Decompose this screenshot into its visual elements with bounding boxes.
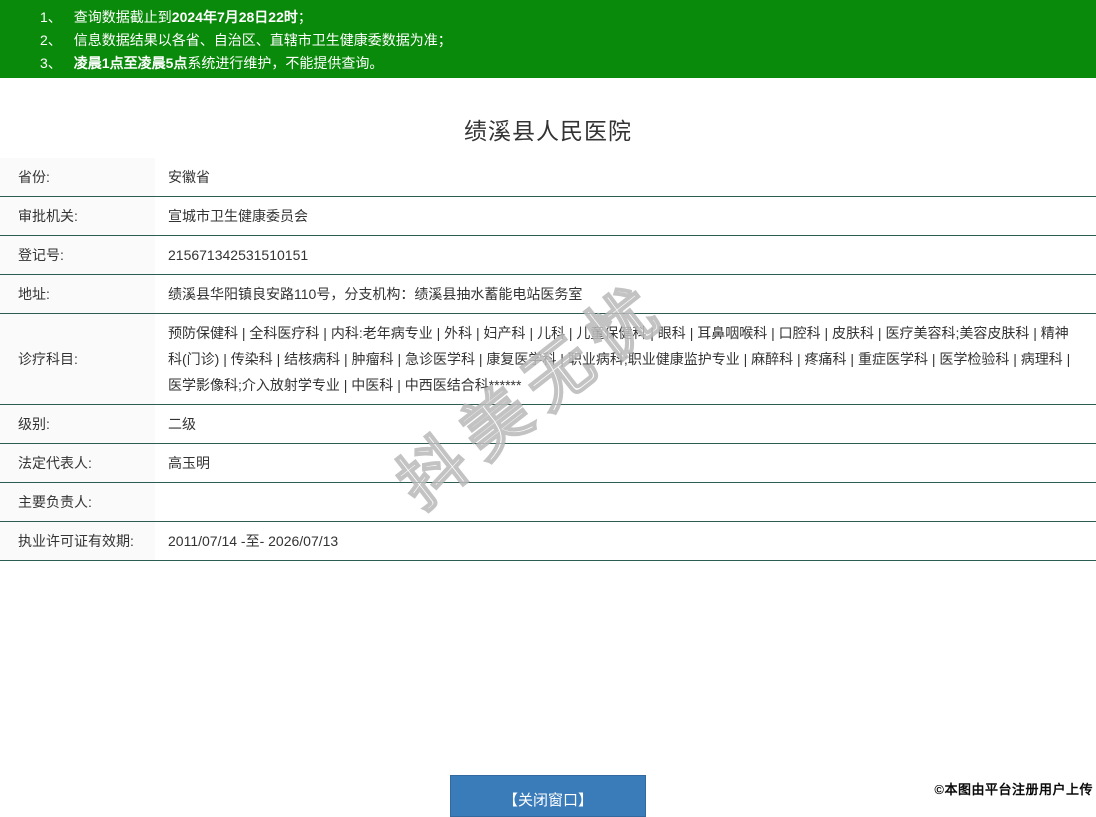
table-row-license-validity: 执业许可证有效期: 2011/07/14 -至- 2026/07/13 — [0, 522, 1096, 561]
row-label: 法定代表人: — [0, 444, 155, 482]
upload-credit: ©本图由平台注册用户上传 — [934, 779, 1093, 798]
row-value: 215671342531510151 — [155, 236, 1096, 274]
table-row-approval-authority: 审批机关: 宣城市卫生健康委员会 — [0, 197, 1096, 236]
row-label: 省份: — [0, 158, 155, 196]
row-label: 地址: — [0, 275, 155, 313]
notice-banner: 1、查询数据截止到2024年7月28日22时； 2、信息数据结果以各省、自治区、… — [0, 0, 1096, 78]
table-row-main-person-in-charge: 主要负责人: — [0, 483, 1096, 522]
notice-text-bold: 2024年7月28日22时 — [172, 9, 298, 25]
row-label: 级别: — [0, 405, 155, 443]
table-row-address: 地址: 绩溪县华阳镇良安路110号，分支机构：绩溪县抽水蓄能电站医务室 — [0, 275, 1096, 314]
table-row-legal-representative: 法定代表人: 高玉明 — [0, 444, 1096, 483]
row-label: 诊疗科目: — [0, 314, 155, 404]
notice-line-1: 1、查询数据截止到2024年7月28日22时； — [40, 6, 1096, 29]
row-value: 宣城市卫生健康委员会 — [155, 197, 1096, 235]
table-row-province: 省份: 安徽省 — [0, 158, 1096, 197]
row-value: 绩溪县华阳镇良安路110号，分支机构：绩溪县抽水蓄能电站医务室 — [155, 275, 1096, 313]
row-label: 执业许可证有效期: — [0, 522, 155, 560]
row-label: 登记号: — [0, 236, 155, 274]
row-value: 安徽省 — [155, 158, 1096, 196]
row-label: 主要负责人: — [0, 483, 155, 521]
row-value: 二级 — [155, 405, 1096, 443]
notice-text: 系统进行维护，不能提供查询。 — [187, 55, 383, 71]
notice-text: 查询数据截止到 — [74, 9, 172, 25]
row-value: 高玉明 — [155, 444, 1096, 482]
table-row-level: 级别: 二级 — [0, 405, 1096, 444]
row-value — [155, 483, 1096, 521]
table-row-medical-departments: 诊疗科目: 预防保健科 | 全科医疗科 | 内科:老年病专业 | 外科 | 妇产… — [0, 314, 1096, 405]
notice-number: 1、 — [40, 9, 62, 25]
hospital-info-table: 省份: 安徽省 审批机关: 宣城市卫生健康委员会 登记号: 2156713425… — [0, 158, 1096, 561]
close-window-button[interactable]: 【关闭窗口】 — [450, 775, 646, 817]
notice-text-bold: 凌晨1点至凌晨5点 — [74, 55, 188, 71]
row-label: 审批机关: — [0, 197, 155, 235]
notice-line-2: 2、信息数据结果以各省、自治区、直辖市卫生健康委数据为准； — [40, 29, 1096, 52]
notice-text: 信息数据结果以各省、自治区、直辖市卫生健康委数据为准； — [74, 32, 452, 48]
notice-text: ； — [298, 9, 312, 25]
row-value: 2011/07/14 -至- 2026/07/13 — [155, 522, 1096, 560]
table-row-registration-number: 登记号: 215671342531510151 — [0, 236, 1096, 275]
row-value: 预防保健科 | 全科医疗科 | 内科:老年病专业 | 外科 | 妇产科 | 儿科… — [155, 314, 1096, 404]
notice-number: 2、 — [40, 32, 62, 48]
hospital-name-title: 绩溪县人民医院 — [0, 112, 1096, 146]
notice-line-3: 3、凌晨1点至凌晨5点系统进行维护，不能提供查询。 — [40, 52, 1096, 75]
notice-number: 3、 — [40, 55, 62, 71]
